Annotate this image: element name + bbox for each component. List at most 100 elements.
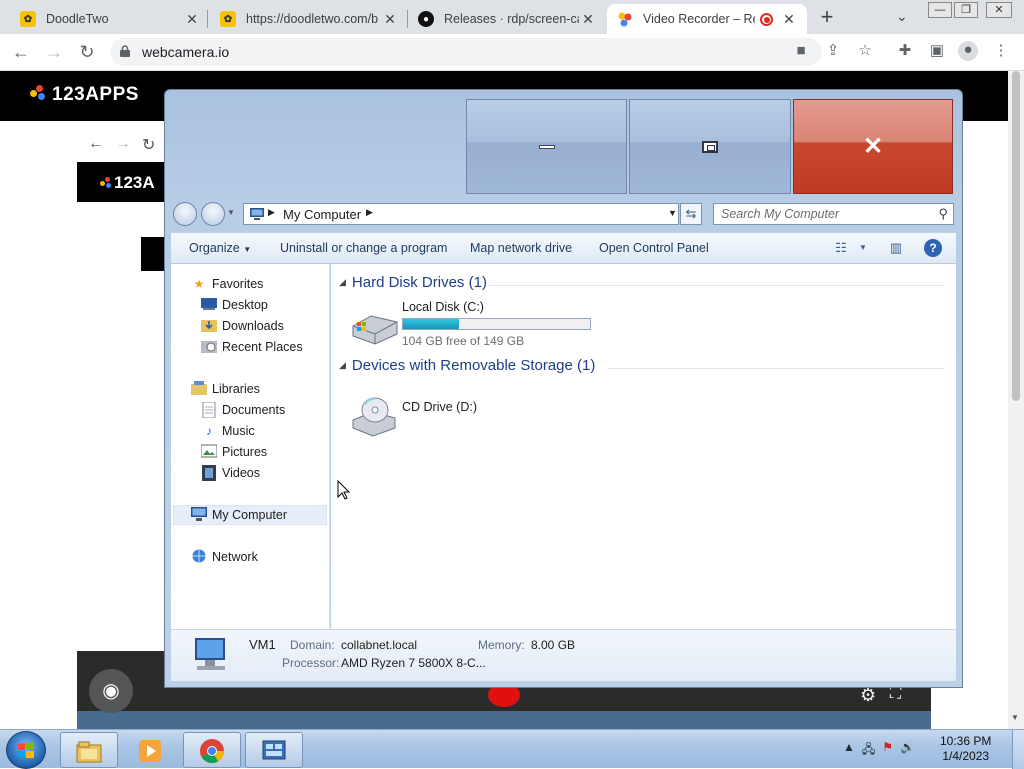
open-control-panel-button[interactable]: Open Control Panel [599,241,709,255]
help-icon[interactable]: ? [924,239,942,257]
explorer-address-bar[interactable]: ▶ My Computer ▶ ▼ [243,203,679,225]
nested-taskbar-preview [77,711,931,729]
network-tray-icon[interactable]: 🖧 [862,740,875,761]
action-center-flag-icon[interactable]: ⚑ [882,740,893,761]
tab-close-icon[interactable]: ✕ [184,11,200,27]
explorer-forward-icon[interactable] [201,202,225,226]
collapse-triangle-icon[interactable]: ◢ [339,360,346,370]
uninstall-program-button[interactable]: Uninstall or change a program [280,241,447,255]
github-favicon-icon: ● [418,11,434,27]
nav-videos[interactable]: Videos [201,465,260,481]
maximize-icon [702,140,718,153]
close-window-button[interactable]: ✕ [986,2,1012,18]
share-icon[interactable]: ⇪ [824,42,842,60]
address-bar[interactable]: webcamera.io [110,38,822,66]
breadcrumb-arrow-icon[interactable]: ▶ [268,207,275,218]
camera-icon[interactable]: ■ [792,42,810,60]
close-icon: ✕ [862,132,884,160]
domain-value: collabnet.local [341,638,418,652]
nav-documents[interactable]: Documents [201,401,285,419]
nav-favorites[interactable]: ★ Favorites [191,276,264,292]
change-view-icon[interactable]: ☷ [832,239,850,257]
cd-drive-d-name[interactable]: CD Drive (D:) [402,400,477,414]
extensions-puzzle-icon[interactable]: ✚ [896,42,914,60]
taskbar-media-player[interactable] [121,732,179,768]
minimize-window-button[interactable]: — [928,2,952,18]
nested-site-logo: 123A [100,173,155,193]
tab-close-icon[interactable]: ✕ [580,11,596,27]
organize-label: Organize [189,241,240,255]
nav-downloads[interactable]: Downloads [201,318,284,334]
snapshot-camera-button[interactable]: ◉ [89,669,133,713]
explorer-details-pane: VM1 Domain: collabnet.local Memory: 8.00… [171,629,956,681]
local-disk-c-name[interactable]: Local Disk (C:) [402,300,484,314]
site-logo[interactable]: 123APPS [30,84,139,106]
nav-network[interactable]: Network [191,549,258,565]
new-tab-button[interactable]: + [815,6,839,30]
nav-recent-places[interactable]: Recent Places [201,339,303,355]
tab-search-chevron-icon[interactable]: ⌄ [896,8,908,25]
bookmark-star-icon[interactable]: ☆ [856,42,874,60]
volume-icon[interactable]: 🔊 [900,740,915,761]
nested-reload-icon: ↻ [142,137,156,154]
local-disk-c-icon[interactable] [349,312,399,346]
explorer-maximize-button[interactable] [629,99,791,194]
breadcrumb-my-computer[interactable]: My Computer [283,207,361,222]
mouse-cursor-icon [337,480,351,500]
nav-my-computer[interactable]: My Computer [173,505,327,525]
explorer-close-button[interactable]: ✕ [793,99,953,194]
explorer-window: ✕ ▼ ▶ My Computer ▶ ▼ ⇆ Search My Comput… [164,89,963,688]
show-hidden-icons-icon[interactable]: ▲ [843,740,855,761]
map-network-drive-button[interactable]: Map network drive [470,241,572,255]
profile-avatar-icon[interactable]: ● [958,41,978,61]
settings-gear-icon[interactable]: ⚙ [860,685,876,706]
scrollbar-thumb[interactable] [1012,71,1020,401]
tab-github-releases[interactable]: ● Releases · rdp/screen-cap ✕ [408,4,606,34]
cd-drive-d-icon[interactable] [349,394,399,438]
explorer-refresh-button[interactable]: ⇆ [680,203,702,225]
restore-window-button[interactable]: ❐ [954,2,978,18]
group-hard-disk-drives[interactable]: ◢ Hard Disk Drives (1) [339,274,487,291]
preview-pane-icon[interactable]: ▥ [887,239,905,257]
breadcrumb-arrow-icon[interactable]: ▶ [366,207,373,218]
start-button[interactable] [6,731,46,769]
tab-doodletwo[interactable]: ✿ DoodleTwo ✕ [10,4,210,34]
page-scrollbar[interactable]: ▲ ▼ [1008,71,1024,729]
media-player-icon [139,740,161,762]
scroll-down-arrow-icon[interactable]: ▼ [1011,713,1019,722]
explorer-search-input[interactable]: Search My Computer ⚲ [713,203,954,225]
documents-icon [201,401,217,419]
taskbar-chrome[interactable] [183,732,241,768]
tab-close-icon[interactable]: ✕ [781,11,797,27]
chrome-menu-icon[interactable]: ⋮ [992,42,1010,60]
taskbar-explorer[interactable] [60,732,118,768]
reload-icon[interactable]: ↻ [75,40,99,64]
side-panel-icon[interactable]: ▣ [928,42,946,60]
view-options-chevron-icon[interactable]: ▼ [854,239,872,257]
search-icon[interactable]: ⚲ [938,206,948,222]
show-desktop-button[interactable] [1012,730,1024,769]
nav-desktop[interactable]: Desktop [201,297,268,313]
group-removable-storage[interactable]: ◢ Devices with Removable Storage (1) [339,357,595,374]
recent-pages-chevron-icon[interactable]: ▼ [227,208,235,217]
explorer-back-icon[interactable] [173,202,197,226]
tab-video-recorder[interactable]: Video Recorder – Rec ✕ [607,4,807,34]
nav-label: Favorites [212,277,264,291]
collapse-triangle-icon[interactable]: ◢ [339,277,346,287]
control-panel-icon [262,740,286,760]
nav-pictures[interactable]: Pictures [200,444,267,460]
taskbar-control-panel[interactable] [245,732,303,768]
nav-libraries[interactable]: Libraries [191,381,260,397]
processor-value: AMD Ryzen 7 5800X 8-C... [341,656,486,670]
taskbar-clock[interactable]: 10:36 PM 1/4/2023 [940,734,991,764]
tab-doodletwo-url[interactable]: ✿ https://doodletwo.com/b ✕ [210,4,408,34]
tab-close-icon[interactable]: ✕ [382,11,398,27]
organize-menu-button[interactable]: Organize ▼ [189,241,251,255]
nav-music[interactable]: ♪ Music [201,423,255,439]
explorer-command-bar: Organize ▼ Uninstall or change a program… [171,232,956,264]
forward-arrow-icon[interactable]: → [42,40,66,64]
explorer-minimize-button[interactable] [466,99,627,194]
system-tray: ▲ 🖧 ⚑ 🔊 [843,740,915,761]
back-arrow-icon[interactable]: ← [9,40,33,64]
address-dropdown-icon[interactable]: ▼ [668,208,677,218]
